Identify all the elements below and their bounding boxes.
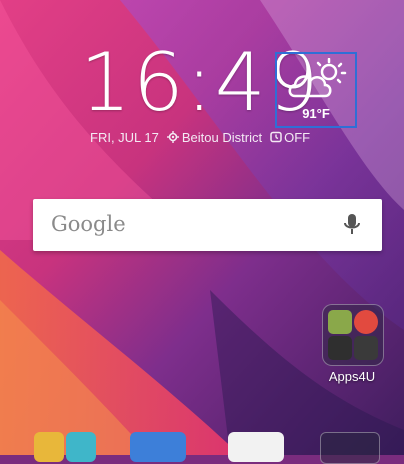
location-icon [166,131,179,143]
alarm-icon [270,131,282,143]
folder-app-icon-2 [354,310,378,334]
alarm-label: OFF [284,129,311,145]
google-apps-folder-icon[interactable] [320,432,380,464]
location-label: Beitou District [181,129,263,145]
mic-icon[interactable] [340,212,364,238]
alarm-item[interactable]: OFF [270,130,310,145]
play-store-icon[interactable] [228,432,284,462]
google-logo: Google [51,212,126,236]
contacts-app-icon[interactable] [66,432,96,462]
partly-cloudy-icon [288,58,347,98]
folder-app-icon-4 [354,336,378,360]
temperature-label: 91°F [302,106,330,121]
weather-widget[interactable]: 91°F [275,52,357,128]
folder-label: Apps4U [328,369,376,384]
folder-app-icon-1 [328,310,352,334]
clock-widget[interactable]: 16:49 [80,36,319,129]
google-search-bar[interactable]: Google [33,199,382,251]
folder-app-icon-3 [328,336,352,360]
photos-app-icon[interactable] [34,432,64,462]
messages-app-icon[interactable] [130,432,186,462]
clock-separator: : [185,36,215,129]
status-row: FRI, JUL 17 Beitou District OFF [90,128,310,146]
apps4u-folder[interactable] [322,304,384,366]
date-label: FRI, JUL 17 [90,129,159,145]
location-item[interactable]: Beitou District [166,129,263,145]
clock-hours: 16 [80,36,186,129]
